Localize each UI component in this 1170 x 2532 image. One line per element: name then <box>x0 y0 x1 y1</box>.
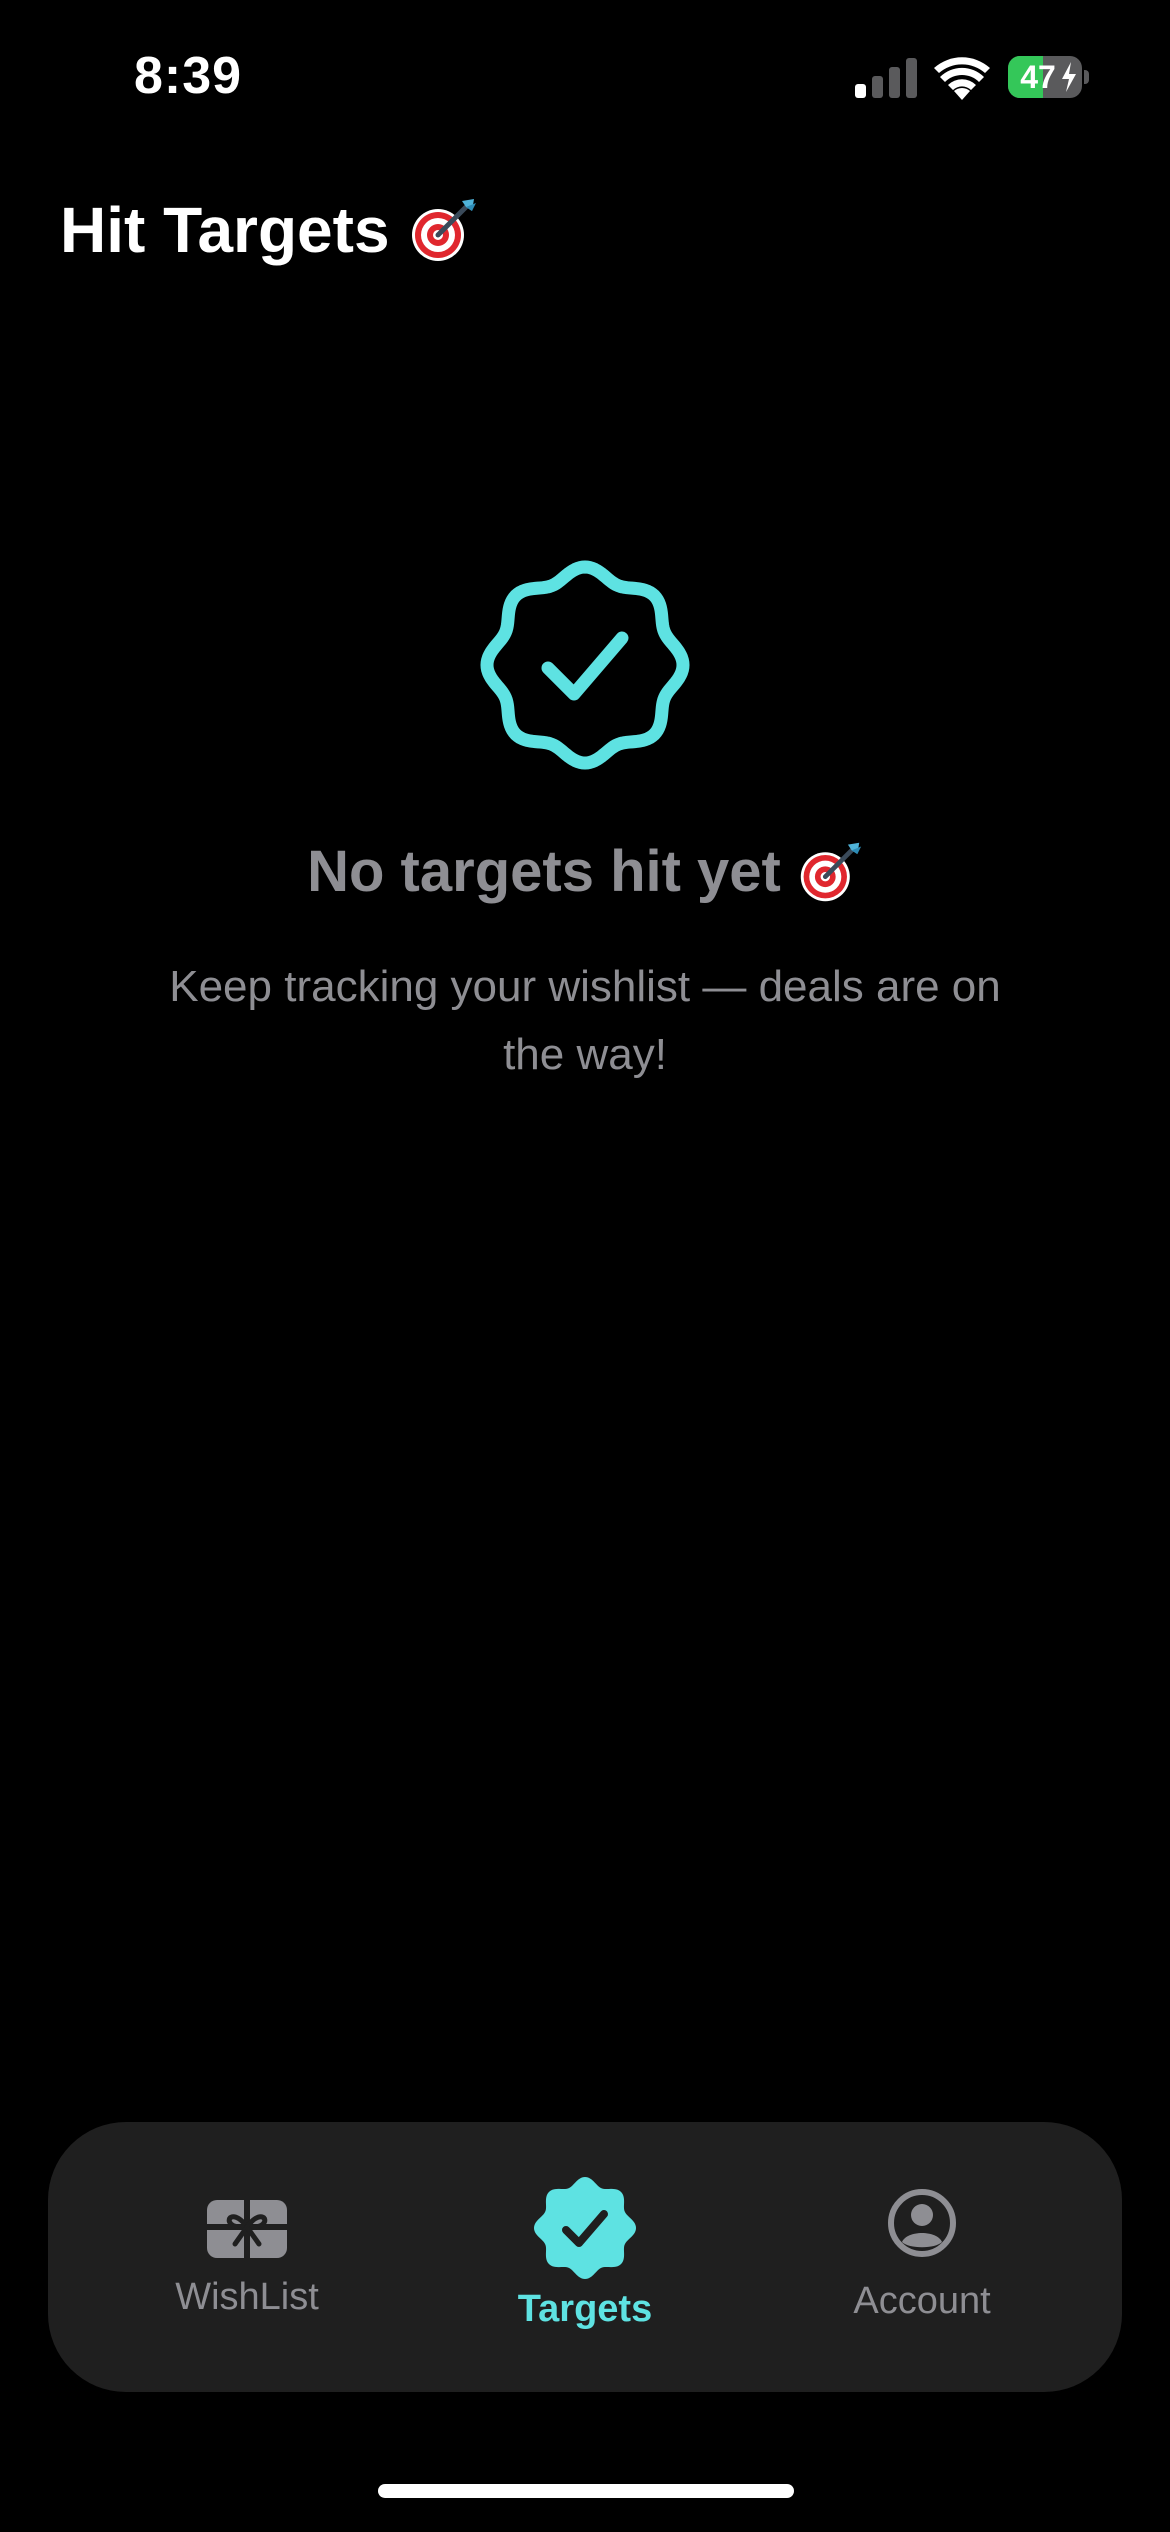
status-bar: 8:39 47 <box>0 0 1170 150</box>
account-circle-icon <box>888 2189 956 2257</box>
tab-label: Targets <box>517 2288 653 2330</box>
tab-label: WishList <box>175 2276 319 2318</box>
dart-target-icon <box>800 842 861 901</box>
empty-state: No targets hit yet Keep tracking your wi… <box>0 560 1170 1089</box>
empty-heading-text: No targets hit yet <box>307 839 781 904</box>
dart-target-icon <box>411 199 476 261</box>
badge-outline <box>480 560 690 770</box>
tab-targets[interactable]: Targets <box>435 2122 735 2392</box>
tab-wishlist[interactable]: WishList <box>97 2122 397 2392</box>
battery-icon: 47 <box>1008 56 1089 98</box>
charging-bolt-icon <box>1062 62 1076 92</box>
battery-cap <box>1084 70 1089 84</box>
battery-percent: 47 <box>1020 59 1056 95</box>
signal-icon <box>855 58 917 98</box>
gift-icon <box>207 2200 287 2258</box>
tab-bar: WishList Targets Account <box>48 2122 1122 2392</box>
verified-badge-icon <box>480 560 690 770</box>
badge-fill <box>534 2177 636 2279</box>
home-indicator[interactable] <box>378 2484 794 2498</box>
page-title: Hit Targets <box>60 190 478 270</box>
wifi-icon <box>934 57 990 100</box>
badge-checkmark <box>541 631 629 701</box>
tab-account[interactable]: Account <box>772 2122 1072 2392</box>
empty-subtitle: Keep tracking your wishlist — deals are … <box>169 962 1001 1079</box>
verified-badge-icon <box>534 2177 636 2279</box>
tab-label: Account <box>853 2280 991 2322</box>
empty-heading: No targets hit yet <box>0 838 1170 905</box>
page-title-text: Hit Targets <box>60 194 390 266</box>
status-time: 8:39 <box>134 47 243 105</box>
